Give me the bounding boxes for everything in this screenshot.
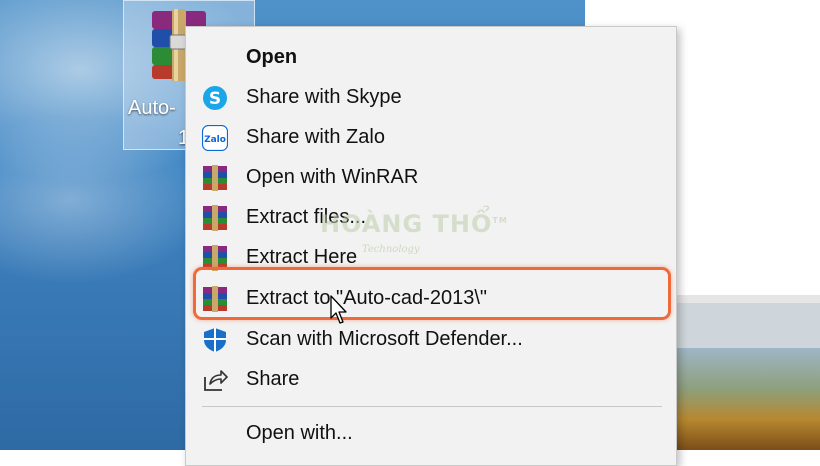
- menu-item-label: Extract Here: [246, 246, 358, 268]
- menu-item-label: Open: [246, 46, 298, 68]
- menu-separator: [202, 406, 662, 407]
- menu-item-open-winrar[interactable]: Open with WinRAR: [186, 157, 676, 197]
- winrar-icon: [203, 165, 227, 191]
- watermark-tm: TM: [492, 216, 508, 225]
- menu-item-scan-defender[interactable]: Scan with Microsoft Defender...: [186, 319, 676, 359]
- winrar-icon: [203, 205, 227, 231]
- desktop-file-label: Auto-: [128, 97, 176, 119]
- zalo-icon: Zalo: [202, 125, 228, 151]
- menu-item-open[interactable]: Open: [186, 37, 676, 77]
- context-menu: Open S Share with Skype Zalo Share with …: [185, 26, 677, 466]
- menu-item-label: Share: [246, 368, 300, 390]
- svg-text:Zalo: Zalo: [204, 135, 226, 145]
- menu-item-open-with[interactable]: Open with...: [186, 413, 676, 453]
- highlight-box: [193, 267, 671, 320]
- menu-item-label: Share with Zalo: [246, 126, 385, 148]
- watermark-tagline: Technology: [362, 244, 420, 255]
- menu-item-share-zalo[interactable]: Zalo Share with Zalo: [186, 117, 676, 157]
- menu-item-share[interactable]: Share: [186, 359, 676, 399]
- skype-icon: S: [203, 86, 227, 110]
- watermark-brand-text: HOÀNG THỔ: [320, 210, 493, 238]
- mouse-cursor-icon: [330, 295, 347, 324]
- watermark-brand: HOÀNG THỔTM: [320, 210, 508, 238]
- menu-item-label: Open with WinRAR: [246, 166, 419, 188]
- menu-item-label: Open with...: [246, 422, 353, 444]
- menu-item-share-skype[interactable]: S Share with Skype: [186, 77, 676, 117]
- menu-item-label: Share with Skype: [246, 86, 402, 108]
- share-icon: [204, 370, 228, 391]
- svg-text:S: S: [209, 89, 221, 109]
- defender-shield-icon: [204, 328, 226, 352]
- menu-item-label: Scan with Microsoft Defender...: [246, 328, 523, 350]
